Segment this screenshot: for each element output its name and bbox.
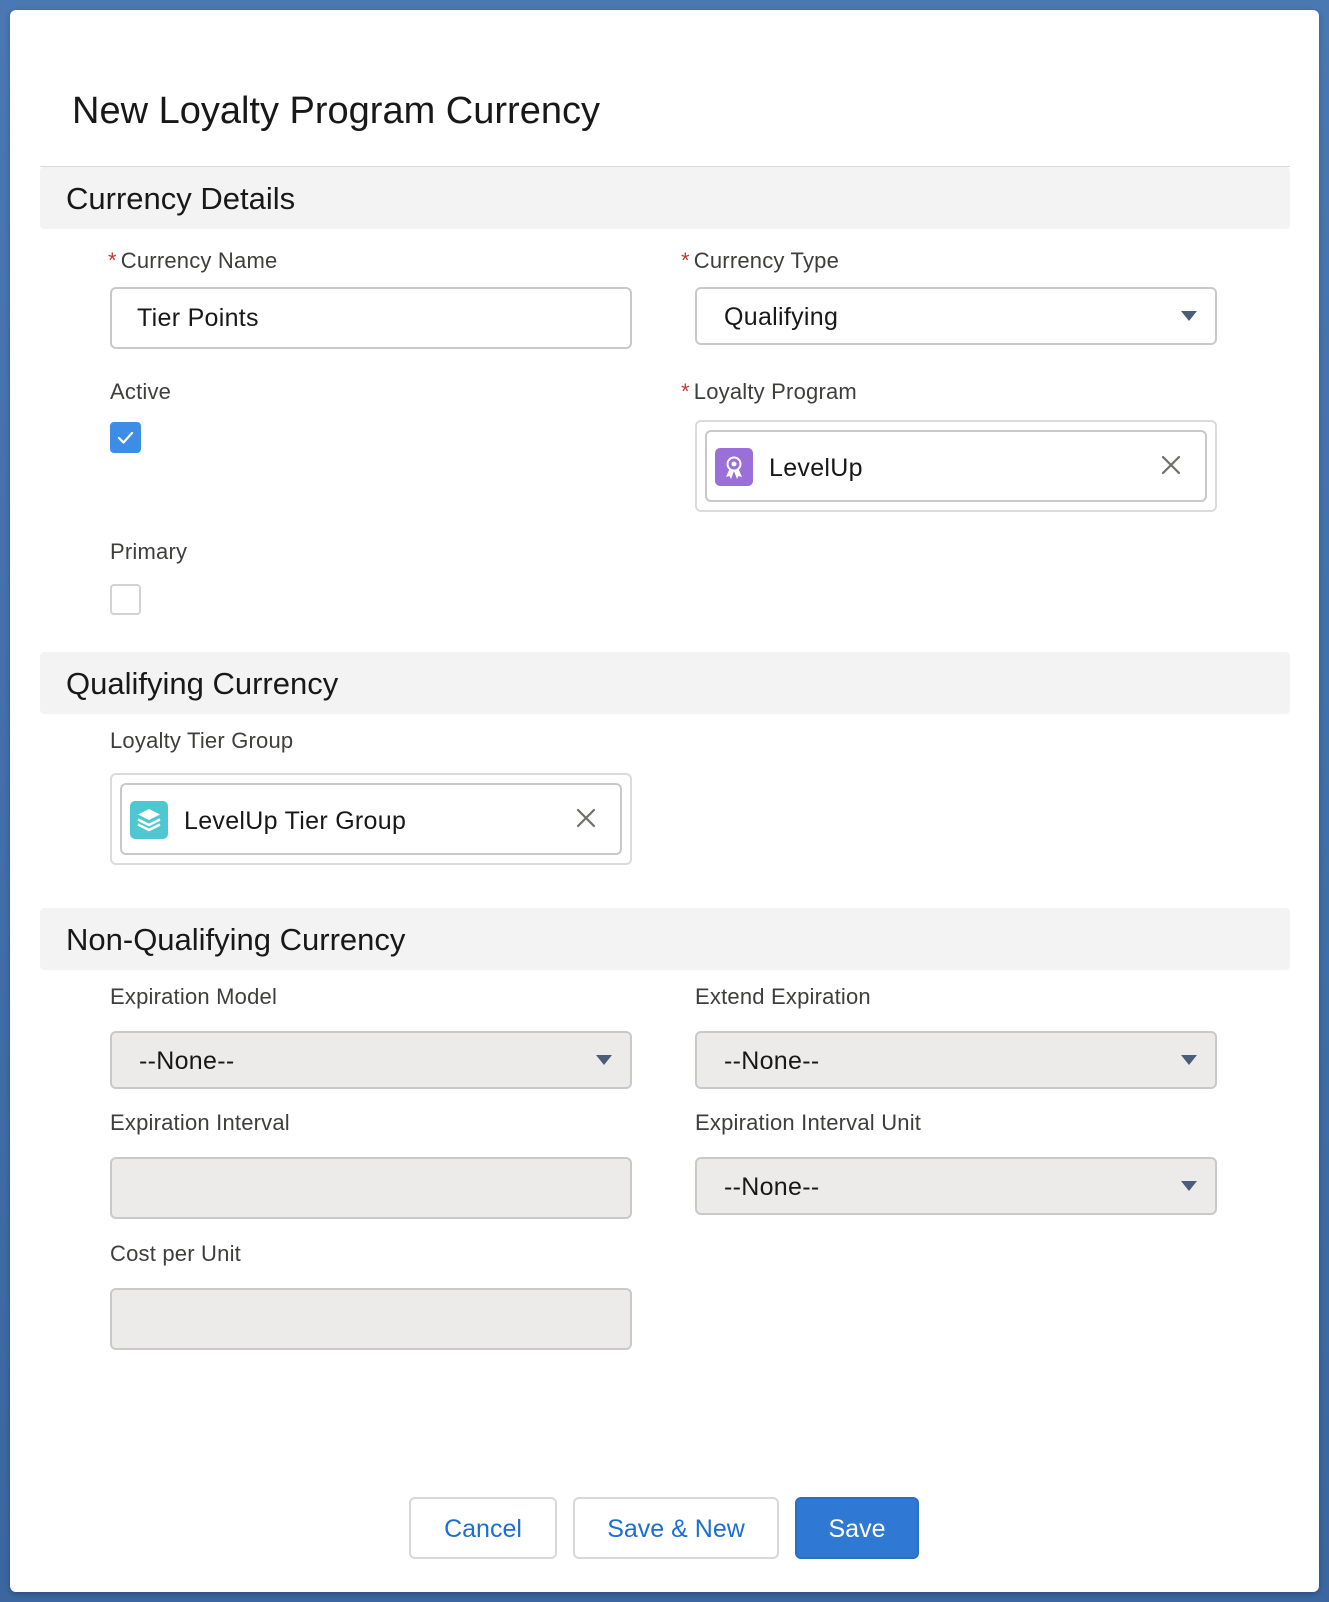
required-marker: * [681,248,690,273]
expiration-interval-unit-label: Expiration Interval Unit [695,1110,922,1135]
tier-group-icon [130,801,168,839]
section-title: Qualifying Currency [66,666,339,701]
close-icon[interactable] [574,806,598,830]
loyalty-tier-group-label: Loyalty Tier Group [110,728,294,753]
expiration-interval-unit-select[interactable]: --None-- [695,1157,1217,1215]
section-title: Non-Qualifying Currency [66,922,406,957]
section-currency-details[interactable]: Currency Details [40,167,1290,229]
extend-expiration-value: --None-- [724,1047,820,1075]
active-checkbox[interactable] [110,422,141,453]
expiration-interval-input[interactable] [110,1157,632,1219]
expiration-interval-unit-value: --None-- [724,1173,820,1201]
loyalty-tier-group-value: LevelUp Tier Group [184,807,407,835]
currency-name-input[interactable]: Tier Points [110,287,632,349]
chevron-down-icon [1181,1181,1197,1191]
currency-type-select[interactable]: Qualifying [695,287,1217,345]
close-icon[interactable] [1159,453,1183,477]
currency-type-value: Qualifying [724,303,839,331]
cost-per-unit-label: Cost per Unit [110,1241,241,1266]
loyalty-tier-group-pill[interactable]: LevelUp Tier Group [120,783,622,855]
loyalty-program-icon [715,448,753,486]
loyalty-program-value: LevelUp [769,454,863,482]
chevron-down-icon [1181,311,1197,321]
expiration-model-value: --None-- [139,1047,235,1075]
new-currency-modal: New Loyalty Program Currency Currency De… [10,10,1319,1592]
section-qualifying-currency[interactable]: Qualifying Currency [40,652,1290,714]
save-and-new-button[interactable]: Save & New [573,1497,779,1559]
required-marker: * [108,248,117,273]
currency-name-label: * Currency Name [108,248,278,273]
cancel-button[interactable]: Cancel [409,1497,557,1559]
section-non-qualifying-currency[interactable]: Non-Qualifying Currency [40,908,1290,970]
cost-per-unit-input[interactable] [110,1288,632,1350]
chevron-down-icon [1181,1055,1197,1065]
loyalty-tier-group-lookup[interactable]: LevelUp Tier Group [110,773,632,865]
loyalty-program-lookup[interactable]: LevelUp [695,420,1217,512]
loyalty-program-label: * Loyalty Program [681,379,857,404]
chevron-down-icon [596,1055,612,1065]
required-marker: * [681,379,690,404]
modal-title: New Loyalty Program Currency [72,90,600,132]
section-title: Currency Details [66,181,296,216]
currency-type-label: * Currency Type [681,248,840,273]
primary-label: Primary [110,539,188,564]
primary-checkbox[interactable] [110,584,141,615]
loyalty-program-pill[interactable]: LevelUp [705,430,1207,502]
expiration-model-label: Expiration Model [110,984,278,1009]
extend-expiration-select[interactable]: --None-- [695,1031,1217,1089]
expiration-model-select[interactable]: --None-- [110,1031,632,1089]
save-button[interactable]: Save [795,1497,919,1559]
active-label: Active [110,379,172,404]
checkmark-icon [117,431,134,444]
expiration-interval-label: Expiration Interval [110,1110,290,1135]
extend-expiration-label: Extend Expiration [695,984,871,1009]
currency-name-value: Tier Points [137,304,259,332]
